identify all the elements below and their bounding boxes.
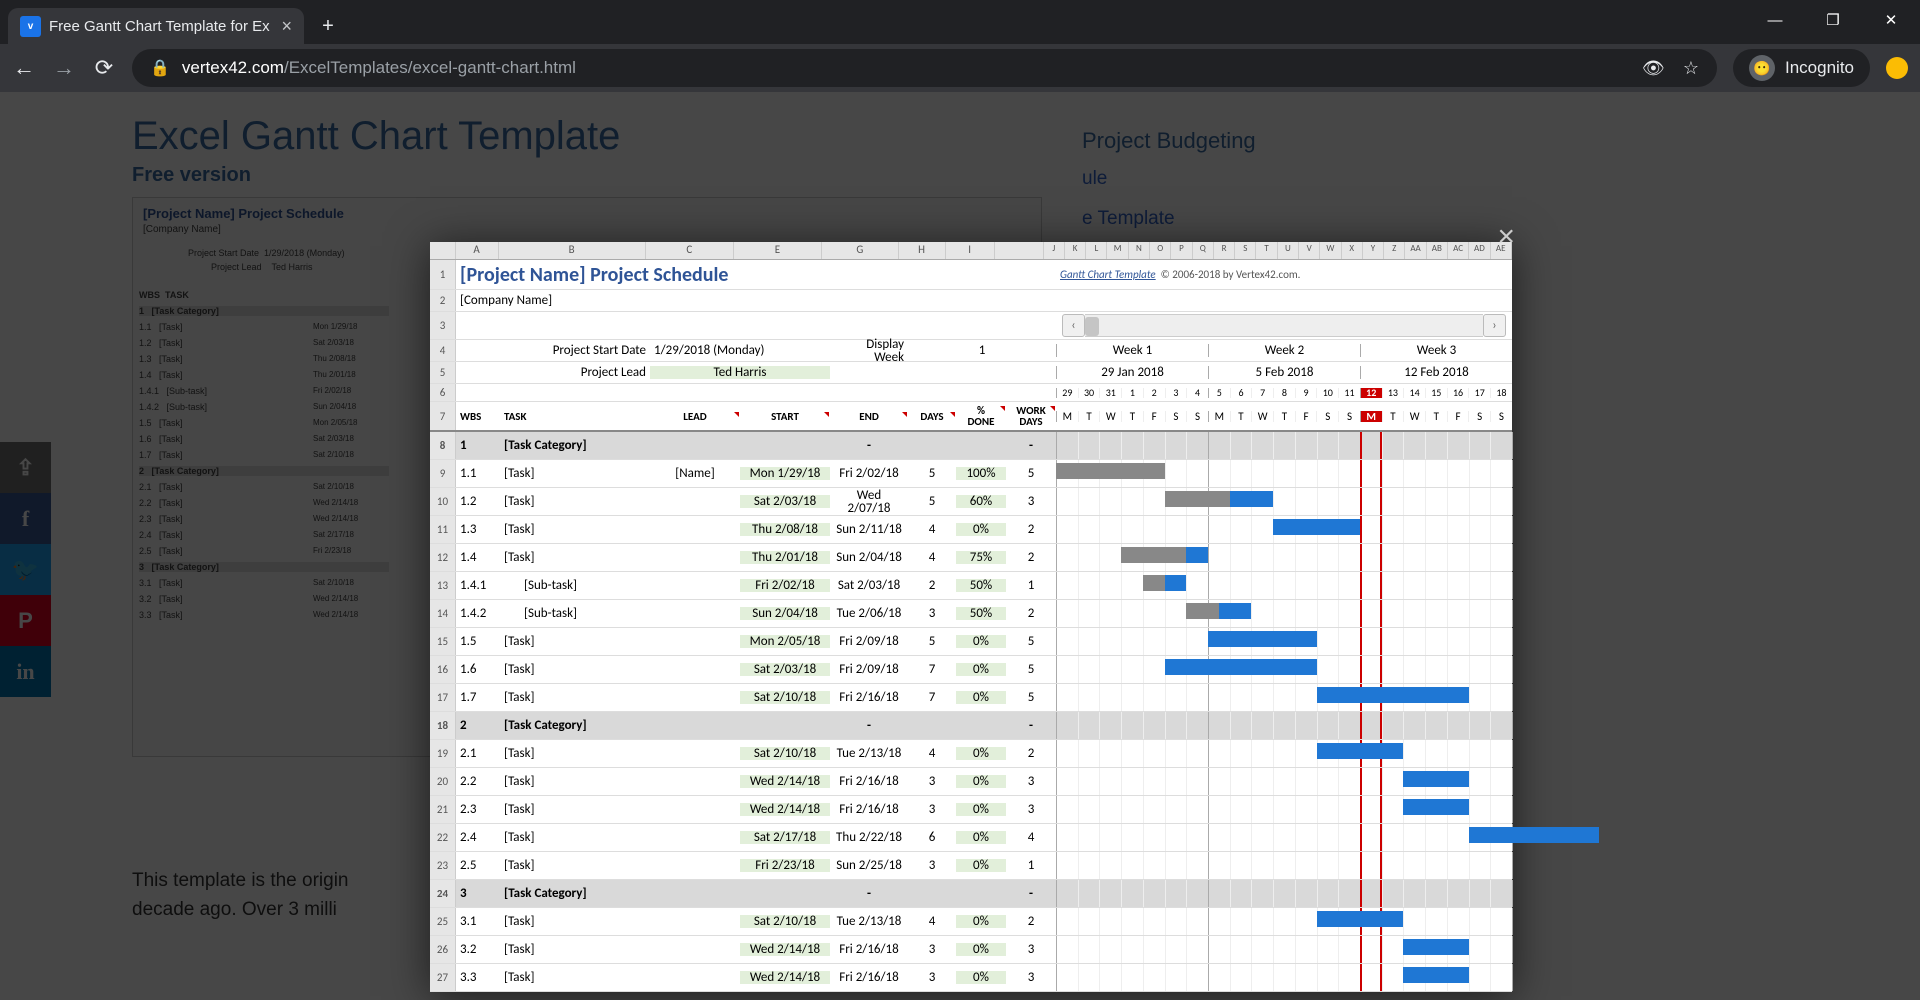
gantt-bar-remaining [1165,575,1187,591]
task-row[interactable]: 101.2[Task]Sat 2/03/18Wed 2/07/18560%3 [430,488,1512,516]
task-row[interactable]: 171.7[Task]Sat 2/10/18Fri 2/16/1870%5 [430,684,1512,712]
gantt-bar-remaining [1403,799,1468,815]
incognito-badge[interactable]: 😶 Incognito [1733,49,1870,87]
lock-icon: 🔒 [150,58,170,78]
task-row[interactable]: 111.3[Task]Thu 2/08/18Sun 2/11/1840%2 [430,516,1512,544]
week-prev-button[interactable]: ‹ [1062,314,1085,337]
gantt-bar-remaining [1230,491,1273,507]
close-window-button[interactable]: ✕ [1862,0,1920,40]
task-row[interactable]: 151.5[Task]Mon 2/05/18Fri 2/09/1850%5 [430,628,1512,656]
back-button[interactable]: ← [12,55,36,81]
task-row[interactable]: 253.1[Task]Sat 2/10/18Tue 2/13/1840%2 [430,908,1512,936]
gantt-bar-done [1143,575,1165,591]
minimize-button[interactable]: ― [1746,0,1804,40]
task-row[interactable]: 192.1[Task]Sat 2/10/18Tue 2/13/1840%2 [430,740,1512,768]
browser-tab[interactable]: v Free Gantt Chart Template for Ex × [8,8,304,44]
page-content: Excel Gantt Chart Template Free version … [0,92,1920,1000]
star-icon[interactable]: ☆ [1683,58,1699,79]
gantt-bar-remaining [1186,547,1208,563]
gantt-bar-done [1186,603,1219,619]
gantt-bar-done [1165,491,1230,507]
task-row[interactable]: 81[Task Category]-- [430,432,1512,460]
favicon-icon: v [20,16,41,37]
tab-strip: v Free Gantt Chart Template for Ex × + ―… [0,0,1920,44]
spreadsheet: ABCEGHI JKLMNOPQRSTUVWXYZAAABACADAE1[Pro… [430,242,1512,992]
week-next-button[interactable]: › [1483,314,1506,337]
task-row[interactable]: 91.1[Task][Name]Mon 1/29/18Fri 2/02/1851… [430,460,1512,488]
reload-button[interactable]: ⟳ [92,55,116,81]
tab-title: Free Gantt Chart Template for Ex [49,18,273,35]
gantt-bar-remaining [1403,771,1468,787]
week-scrollbar[interactable] [1085,314,1483,337]
gantt-bar-done [1056,463,1165,479]
gantt-bar-remaining [1317,687,1469,703]
task-row[interactable]: 222.4[Task]Sat 2/17/18Thu 2/22/1860%4 [430,824,1512,852]
profile-avatar[interactable] [1886,57,1908,79]
address-bar[interactable]: 🔒 vertex42.com/ExcelTemplates/excel-gant… [132,49,1717,87]
task-row[interactable]: 161.6[Task]Sat 2/03/18Fri 2/09/1870%5 [430,656,1512,684]
eye-off-icon[interactable]: 👁 [1642,58,1665,79]
gantt-bar-remaining [1219,603,1252,619]
task-row[interactable]: 202.2[Task]Wed 2/14/18Fri 2/16/1830%3 [430,768,1512,796]
gantt-bar-remaining [1469,827,1599,843]
gantt-bar-remaining [1165,659,1317,675]
project-title: [Project Name] Project Schedule [460,263,729,287]
gantt-bar-remaining [1317,911,1404,927]
gantt-bar-remaining [1403,967,1468,983]
window-controls: ― ❐ ✕ [1746,0,1920,40]
lightbox-close-icon[interactable]: × [1497,220,1515,254]
maximize-button[interactable]: ❐ [1804,0,1862,40]
task-row[interactable]: 131.4.1[Sub-task]Fri 2/02/18Sat 2/03/182… [430,572,1512,600]
lightbox: × Screenshot of the Free Gantt Chart Tem… [430,242,1512,992]
incognito-label: Incognito [1785,58,1854,78]
browser-toolbar: ← → ⟳ 🔒 vertex42.com/ExcelTemplates/exce… [0,44,1920,92]
forward-button[interactable]: → [52,55,76,81]
task-row[interactable]: 243[Task Category]-- [430,880,1512,908]
task-row[interactable]: 141.4.2[Sub-task]Sun 2/04/18Tue 2/06/183… [430,600,1512,628]
gantt-bar-done [1121,547,1186,563]
close-tab-icon[interactable]: × [281,17,292,35]
task-row[interactable]: 212.3[Task]Wed 2/14/18Fri 2/16/1830%3 [430,796,1512,824]
column-headers: ABCEGHI JKLMNOPQRSTUVWXYZAAABACADAE [430,242,1512,260]
new-tab-button[interactable]: + [310,15,346,38]
task-row[interactable]: 232.5[Task]Fri 2/23/18Sun 2/25/1830%1 [430,852,1512,880]
gantt-bar-remaining [1403,939,1468,955]
task-row[interactable]: 263.2[Task]Wed 2/14/18Fri 2/16/1830%3 [430,936,1512,964]
task-row[interactable]: 273.3[Task]Wed 2/14/18Fri 2/16/1830%3 [430,964,1512,992]
incognito-icon: 😶 [1749,55,1775,81]
gantt-bar-remaining [1208,631,1317,647]
gantt-bar-remaining [1273,519,1360,535]
task-row[interactable]: 182[Task Category]-- [430,712,1512,740]
url-text: vertex42.com/ExcelTemplates/excel-gantt-… [182,58,1624,78]
gantt-bar-remaining [1317,743,1404,759]
task-row[interactable]: 121.4[Task]Thu 2/01/18Sun 2/04/18475%2 [430,544,1512,572]
